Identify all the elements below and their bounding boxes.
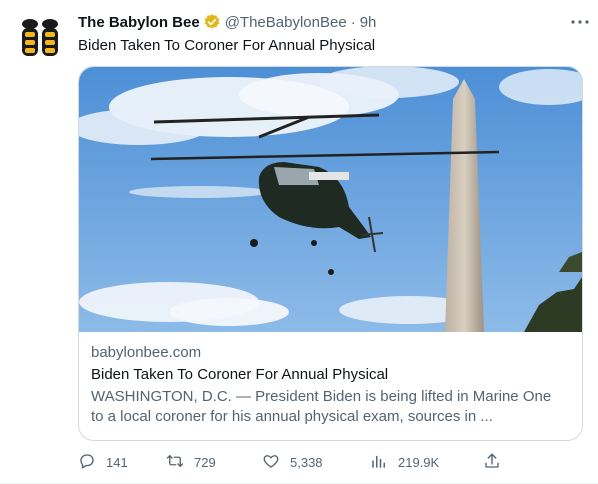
like-count: 5,338 — [290, 454, 323, 470]
share-icon — [483, 452, 501, 473]
reply-count: 141 — [106, 454, 128, 470]
verified-badge-icon[interactable] — [203, 13, 221, 31]
reply-button[interactable]: 141 — [78, 450, 128, 474]
like-icon — [262, 452, 280, 473]
tweet-text: Biden Taken To Coroner For Annual Physic… — [78, 37, 376, 54]
author-name[interactable]: The Babylon Bee — [78, 14, 200, 31]
card-body[interactable]: babylonbee.com Biden Taken To Coroner Fo… — [91, 343, 570, 427]
retweet-icon — [166, 452, 184, 473]
share-button[interactable] — [483, 450, 501, 474]
separator: · — [350, 13, 356, 31]
timestamp[interactable]: 9h — [360, 14, 377, 31]
retweet-button[interactable]: 729 — [166, 450, 216, 474]
views-icon — [370, 452, 388, 473]
card-image[interactable] — [79, 67, 582, 332]
author-handle[interactable]: @TheBabylonBee — [225, 14, 347, 31]
retweet-count: 729 — [194, 454, 216, 470]
tweet-header: The Babylon Bee @TheBabylonBee · 9h — [78, 12, 586, 32]
card-description: WASHINGTON, D.C. — President Biden is be… — [91, 387, 570, 427]
like-button[interactable]: 5,338 — [262, 450, 323, 474]
reply-icon — [78, 452, 96, 473]
card-description-line: WASHINGTON, D.C. — President Biden is be… — [91, 388, 552, 405]
views-count: 219.9K — [398, 454, 440, 470]
card-domain: babylonbee.com — [91, 344, 202, 361]
card-title: Biden Taken To Coroner For Annual Physic… — [91, 366, 389, 383]
link-card[interactable]: babylonbee.com Biden Taken To Coroner Fo… — [78, 66, 583, 441]
bee-logo-icon[interactable] — [16, 12, 64, 60]
card-description-line: to a local coroner for his annual physic… — [91, 408, 493, 425]
action-bar: 141 729 5,338 219.9K — [78, 450, 508, 474]
more-icon[interactable] — [568, 10, 592, 34]
tweet[interactable]: The Babylon Bee @TheBabylonBee · 9h Bide… — [0, 0, 598, 484]
views-button[interactable]: 219.9K — [370, 450, 439, 474]
